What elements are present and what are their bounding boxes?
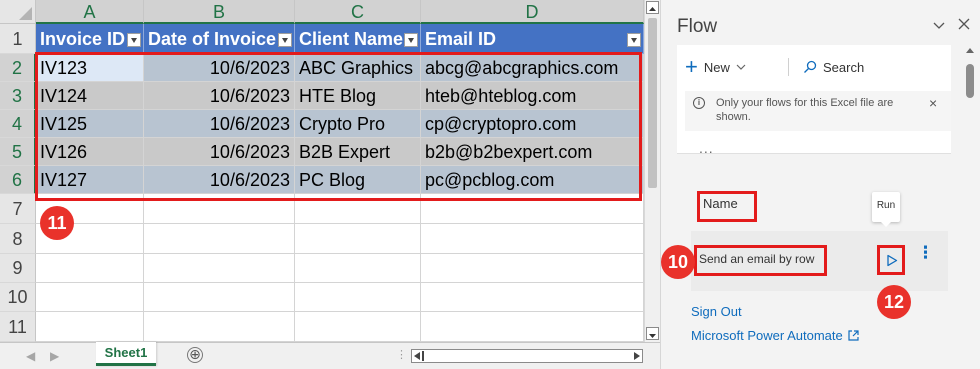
row-header-5[interactable]: 5 bbox=[0, 138, 36, 166]
sign-out-link[interactable]: Sign Out bbox=[691, 304, 742, 319]
tab-sheet1[interactable]: Sheet1 bbox=[96, 342, 156, 366]
flow-name-highlight-box bbox=[694, 245, 827, 276]
more-options-button[interactable]: ... bbox=[699, 140, 714, 156]
spreadsheet: A B C D 1 2 3 4 5 6 7 8 9 10 11 Invoice … bbox=[0, 0, 660, 369]
column-header-b[interactable]: B bbox=[144, 0, 295, 24]
table-header-cell[interactable]: Client Name bbox=[295, 24, 421, 54]
empty-cell[interactable] bbox=[144, 312, 295, 342]
empty-cell[interactable] bbox=[421, 312, 644, 342]
search-button[interactable]: Search bbox=[803, 56, 864, 78]
new-button[interactable]: + New bbox=[685, 56, 746, 78]
row-header-3[interactable]: 3 bbox=[0, 82, 36, 110]
row-header-8[interactable]: 8 bbox=[0, 224, 36, 254]
flow-more-button[interactable]: ⋮ bbox=[917, 244, 934, 269]
scroll-up-icon[interactable] bbox=[966, 48, 974, 53]
chevron-down-icon[interactable] bbox=[931, 18, 947, 32]
run-button[interactable] bbox=[877, 245, 905, 275]
table-header-label: Invoice ID bbox=[40, 29, 126, 49]
play-icon bbox=[887, 254, 898, 267]
empty-cell[interactable] bbox=[144, 224, 295, 254]
tab-next-icon[interactable]: ▶ bbox=[50, 349, 59, 363]
run-tooltip: Run bbox=[872, 192, 900, 227]
tab-splitter-icon[interactable]: ⋮ bbox=[396, 348, 407, 361]
close-icon[interactable] bbox=[957, 17, 971, 31]
select-all-button[interactable] bbox=[0, 0, 36, 24]
table-header-cell[interactable]: Date of Invoice bbox=[144, 24, 295, 54]
chevron-down-icon bbox=[736, 64, 746, 70]
power-automate-label: Microsoft Power Automate bbox=[691, 328, 843, 343]
app-window: A B C D 1 2 3 4 5 6 7 8 9 10 11 Invoice … bbox=[0, 0, 980, 369]
new-label: New bbox=[703, 59, 730, 75]
filter-dropdown-icon[interactable] bbox=[127, 33, 141, 47]
step-badge-10: 10 bbox=[661, 245, 695, 279]
empty-cell[interactable] bbox=[36, 254, 144, 283]
horizontal-scrollbar[interactable] bbox=[411, 349, 643, 363]
scroll-up-button[interactable] bbox=[646, 1, 659, 14]
row-header-7[interactable]: 7 bbox=[0, 194, 36, 224]
search-icon bbox=[804, 60, 817, 73]
flow-list-item[interactable]: Send an email by row ⋮ bbox=[691, 231, 948, 291]
column-header-a[interactable]: A bbox=[36, 0, 144, 24]
row-header-4[interactable]: 4 bbox=[0, 110, 36, 138]
empty-cell[interactable] bbox=[295, 312, 421, 342]
scroll-thumb[interactable] bbox=[966, 64, 974, 98]
tab-prev-icon[interactable]: ◀ bbox=[26, 349, 35, 363]
filter-dropdown-icon[interactable] bbox=[627, 33, 641, 47]
row-header-9[interactable]: 9 bbox=[0, 254, 36, 283]
plus-icon: + bbox=[685, 54, 698, 79]
empty-cell[interactable] bbox=[295, 224, 421, 254]
search-label: Search bbox=[823, 59, 865, 75]
column-header-c[interactable]: C bbox=[295, 0, 421, 24]
scroll-right-icon[interactable] bbox=[634, 352, 640, 360]
add-sheet-button[interactable]: ⊕ bbox=[187, 347, 203, 363]
scroll-up-icon bbox=[649, 7, 656, 11]
empty-cell[interactable] bbox=[421, 283, 644, 312]
info-icon: i bbox=[693, 97, 705, 109]
row-header-10[interactable]: 10 bbox=[0, 283, 36, 312]
corner-triangle-icon bbox=[19, 7, 32, 20]
scroll-thumb[interactable] bbox=[648, 18, 657, 188]
row-header-2[interactable]: 2 bbox=[0, 54, 36, 82]
filter-dropdown-icon[interactable] bbox=[404, 33, 418, 47]
filter-dropdown-icon[interactable] bbox=[278, 33, 292, 47]
scroll-down-icon bbox=[649, 334, 656, 338]
empty-cell[interactable] bbox=[36, 283, 144, 312]
row-header-1[interactable]: 1 bbox=[0, 24, 36, 54]
sheet-tab-bar: ◀ ▶ Sheet1 ⊕ ⋮ bbox=[0, 342, 660, 369]
table-header-label: Date of Invoice bbox=[148, 29, 277, 49]
pane-title: Flow bbox=[677, 16, 718, 37]
table-header-cell[interactable]: Email ID bbox=[421, 24, 644, 54]
column-header-d[interactable]: D bbox=[421, 0, 644, 24]
power-automate-link[interactable]: Microsoft Power Automate bbox=[691, 328, 860, 343]
table-highlight-box bbox=[35, 52, 642, 201]
toolbar-divider bbox=[788, 58, 789, 76]
notice-close-icon[interactable]: × bbox=[929, 95, 937, 111]
external-link-icon bbox=[848, 330, 859, 341]
row-header-6[interactable]: 6 bbox=[0, 166, 36, 194]
table-header-label: Email ID bbox=[425, 29, 497, 49]
notice-text: Only your flows for this Excel file are … bbox=[716, 97, 894, 123]
scroll-down-button[interactable] bbox=[646, 327, 659, 340]
empty-cell[interactable] bbox=[36, 312, 144, 342]
row-header-11[interactable]: 11 bbox=[0, 312, 36, 342]
table-header-cell[interactable]: Invoice ID bbox=[36, 24, 144, 54]
empty-cell[interactable] bbox=[144, 283, 295, 312]
pane-scrollbar[interactable] bbox=[963, 44, 977, 354]
empty-cell[interactable] bbox=[295, 283, 421, 312]
name-highlight-box bbox=[697, 191, 757, 222]
empty-cell[interactable] bbox=[295, 254, 421, 283]
empty-cell[interactable] bbox=[421, 224, 644, 254]
scroll-left-icon[interactable] bbox=[414, 352, 420, 360]
vertical-scrollbar[interactable] bbox=[644, 0, 660, 342]
step-badge-12: 12 bbox=[877, 285, 911, 319]
info-notice: i Only your flows for this Excel file ar… bbox=[685, 91, 951, 131]
step-badge-11: 11 bbox=[40, 206, 74, 240]
scroll-thumb[interactable] bbox=[422, 351, 424, 361]
empty-cell[interactable] bbox=[144, 254, 295, 283]
flow-pane: Flow + New Search i Only your flows for … bbox=[660, 0, 980, 369]
empty-cell[interactable] bbox=[421, 254, 644, 283]
table-header-label: Client Name bbox=[299, 29, 404, 49]
